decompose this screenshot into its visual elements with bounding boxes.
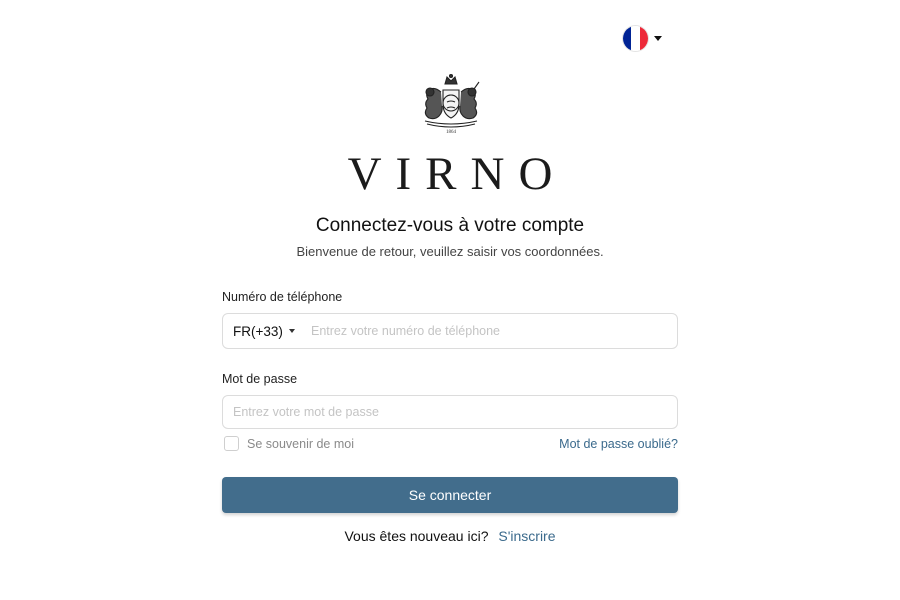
signup-text: Vous êtes nouveau ici? [344,528,489,544]
royal-crest-icon: 1864 [424,73,480,134]
password-label: Mot de passe [222,372,298,386]
page-title: Connectez-vous à votre compte [315,215,585,236]
brand-name: VIRNO [347,148,567,200]
password-input[interactable] [222,395,678,429]
login-page: 1864 VIRNO Connectez-vous à votre compte… [0,0,900,600]
caret-down-icon [654,36,662,41]
phone-field: FR(+33) [222,313,678,349]
remember-label: Se souvenir de moi [247,436,355,451]
crest-year: 1864 [446,130,457,134]
signup-link[interactable]: S'inscrire [498,528,555,544]
signup-prompt: Vous êtes nouveau ici? S'inscrire [0,528,900,544]
forgot-password-link[interactable]: Mot de passe oublié? [559,437,678,451]
france-flag-icon [623,26,648,51]
phone-label: Numéro de téléphone [222,290,343,304]
remember-me[interactable]: Se souvenir de moi [224,436,354,451]
page-subtitle: Bienvenue de retour, veuillez saisir vos… [296,244,604,259]
language-selector[interactable] [623,26,662,51]
phone-input[interactable] [311,314,677,348]
remember-checkbox[interactable] [224,436,239,451]
caret-down-icon [288,329,295,333]
country-code-value: FR(+33) [233,323,283,339]
country-code-selector[interactable]: FR(+33) [223,314,311,348]
login-button[interactable]: Se connecter [222,477,678,513]
